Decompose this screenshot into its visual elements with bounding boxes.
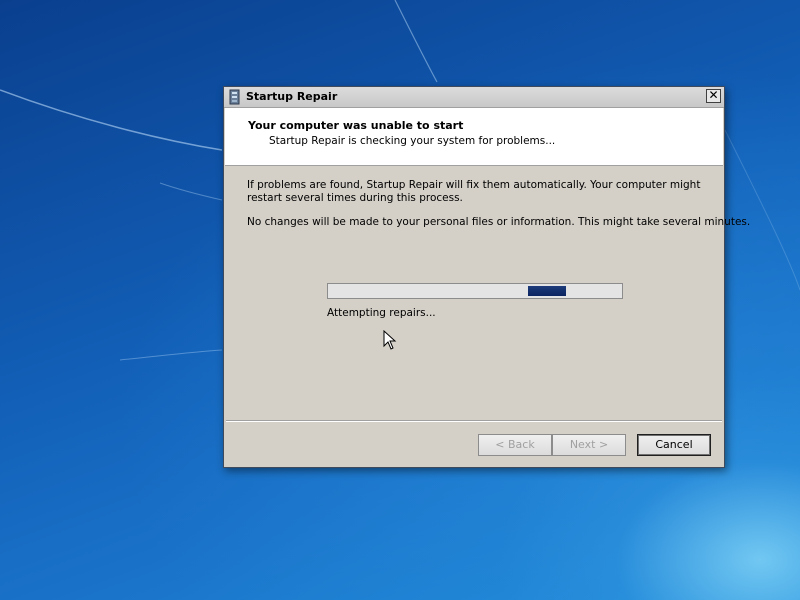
title-bar[interactable]: Startup Repair ✕ [224,87,724,108]
close-button[interactable]: ✕ [706,89,721,103]
cancel-button[interactable]: Cancel [637,434,711,456]
info-paragraph-auto-fix: If problems are found, Startup Repair wi… [247,179,701,204]
header-subtitle: Startup Repair is checking your system f… [269,135,556,147]
back-button[interactable]: < Back [478,434,552,456]
window-title: Startup Repair [246,90,338,103]
wizard-header: Your computer was unable to start Startu… [225,108,723,166]
mouse-pointer-icon [383,330,397,350]
header-title: Your computer was unable to start [248,119,464,132]
startup-repair-dialog: Startup Repair ✕ Your computer was unabl… [223,86,751,468]
progress-marquee [528,286,566,296]
close-icon: ✕ [708,88,719,102]
startup-repair-icon [229,89,240,105]
progress-bar [327,283,623,299]
info-paragraph-no-changes: No changes will be made to your personal… [247,216,751,228]
progress-status-text: Attempting repairs... [327,307,436,319]
button-separator [226,420,722,422]
next-button[interactable]: Next > [552,434,626,456]
